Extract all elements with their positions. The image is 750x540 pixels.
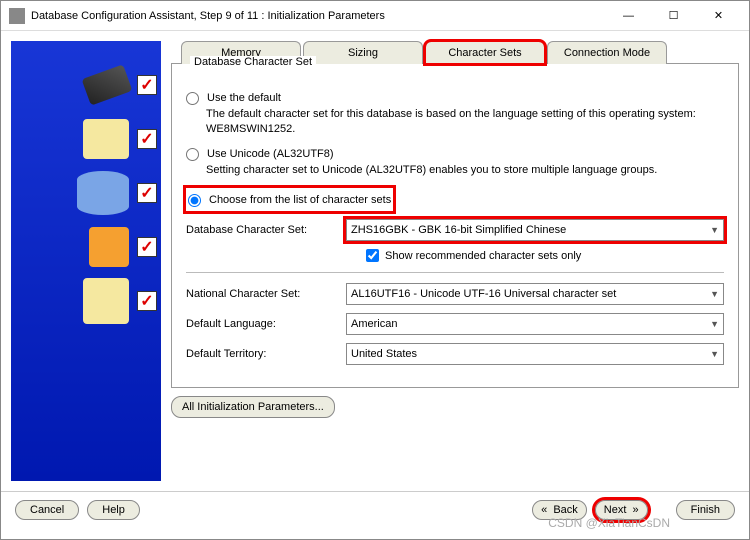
- show-recommended-label: Show recommended character sets only: [385, 250, 581, 262]
- db-charset-label: Database Character Set:: [186, 224, 346, 236]
- national-charset-label: National Character Set:: [186, 288, 346, 300]
- radio-default-label: Use the default: [207, 92, 281, 104]
- show-recommended-checkbox[interactable]: [366, 249, 379, 262]
- tab-connection-mode[interactable]: Connection Mode: [547, 41, 667, 64]
- default-desc: The default character set for this datab…: [206, 107, 724, 138]
- step-item: ✓: [15, 173, 157, 213]
- steps-panel: ✓ ✓ ✓ ✓ ✓: [11, 41, 161, 481]
- national-charset-select[interactable]: AL16UTF16 - Unicode UTF-16 Universal cha…: [346, 283, 724, 305]
- radio-choose-label: Choose from the list of character sets: [209, 194, 391, 206]
- check-icon: ✓: [137, 237, 157, 257]
- tab-character-sets[interactable]: Character Sets: [425, 41, 545, 64]
- watermark: CSDN @XiaTianCsDN: [548, 516, 670, 530]
- chevron-down-icon: ▼: [710, 225, 719, 235]
- default-territory-select[interactable]: United States ▼: [346, 343, 724, 365]
- chip-icon: [82, 64, 133, 105]
- window-title: Database Configuration Assistant, Step 9…: [31, 10, 606, 22]
- minimize-button[interactable]: —: [606, 2, 651, 30]
- default-language-value: American: [351, 318, 397, 330]
- maximize-button[interactable]: ☐: [651, 2, 696, 30]
- group-title: Database Character Set: [190, 56, 316, 68]
- help-button[interactable]: Help: [87, 500, 140, 520]
- folder-icon: [83, 119, 129, 159]
- radio-choose-list[interactable]: Choose from the list of character sets: [188, 194, 391, 207]
- step-item: ✓: [15, 281, 157, 321]
- default-language-select[interactable]: American ▼: [346, 313, 724, 335]
- finish-button[interactable]: Finish: [676, 500, 735, 520]
- close-button[interactable]: ✕: [696, 2, 741, 30]
- default-territory-label: Default Territory:: [186, 348, 346, 360]
- radio-unicode-input[interactable]: [186, 148, 199, 161]
- step-item: ✓: [15, 227, 157, 267]
- db-charset-value: ZHS16GBK - GBK 16-bit Simplified Chinese: [351, 224, 566, 236]
- chevron-down-icon: ▼: [710, 289, 719, 299]
- default-territory-value: United States: [351, 348, 417, 360]
- radio-choose-highlight: Choose from the list of character sets: [186, 188, 393, 211]
- show-recommended-row[interactable]: Show recommended character sets only: [366, 249, 724, 262]
- check-icon: ✓: [137, 183, 157, 203]
- database-charset-group: Database Character Set Use the default T…: [171, 63, 739, 388]
- grid-icon: [89, 227, 129, 267]
- step-item: ✓: [15, 65, 157, 105]
- check-icon: ✓: [137, 129, 157, 149]
- radio-use-default[interactable]: Use the default: [186, 92, 724, 105]
- main-panel: Memory Sizing Character Sets Connection …: [171, 41, 739, 481]
- radio-default-input[interactable]: [186, 92, 199, 105]
- app-icon: [9, 8, 25, 24]
- chevron-down-icon: ▼: [710, 349, 719, 359]
- radio-choose-input[interactable]: [188, 194, 201, 207]
- step-item: ✓: [15, 119, 157, 159]
- check-icon: ✓: [137, 75, 157, 95]
- national-charset-value: AL16UTF16 - Unicode UTF-16 Universal cha…: [351, 288, 616, 300]
- all-init-params-button[interactable]: All Initialization Parameters...: [171, 396, 335, 418]
- radio-use-unicode[interactable]: Use Unicode (AL32UTF8): [186, 148, 724, 161]
- tab-sizing[interactable]: Sizing: [303, 41, 423, 64]
- question-icon: [83, 278, 129, 324]
- chevron-down-icon: ▼: [710, 319, 719, 329]
- unicode-desc: Setting character set to Unicode (AL32UT…: [206, 163, 724, 178]
- cancel-button[interactable]: Cancel: [15, 500, 79, 520]
- cylinder-icon: [77, 171, 129, 215]
- radio-unicode-label: Use Unicode (AL32UTF8): [207, 148, 334, 160]
- default-language-label: Default Language:: [186, 318, 346, 330]
- title-bar: Database Configuration Assistant, Step 9…: [1, 1, 749, 31]
- db-charset-select[interactable]: ZHS16GBK - GBK 16-bit Simplified Chinese…: [346, 219, 724, 241]
- check-icon: ✓: [137, 291, 157, 311]
